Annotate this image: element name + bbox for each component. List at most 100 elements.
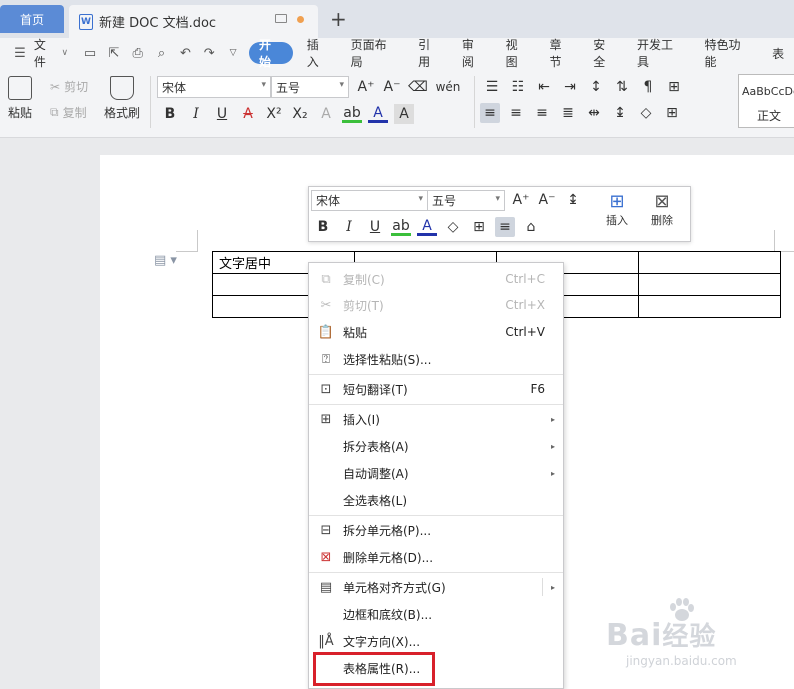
shrink-font-icon[interactable]: A⁻ [537, 190, 557, 210]
menu-item-copy[interactable]: ⧉ 复制(C) Ctrl+C [309, 266, 563, 292]
strikethrough-icon[interactable]: A [238, 104, 258, 124]
highlight-icon[interactable]: ab [342, 105, 362, 123]
menu-item-borders-shading[interactable]: 边框和底纹(B)... [309, 601, 563, 627]
menu-item-cell-alignment[interactable]: ▤ 单元格对齐方式(G) ▸ [309, 574, 563, 600]
save-icon[interactable]: ▭ [82, 46, 98, 61]
menu-file[interactable]: 文件 ∨ [32, 38, 78, 69]
italic-icon[interactable]: I [339, 217, 359, 237]
mini-insert-button[interactable]: ⊞ 插入 [606, 191, 628, 228]
table-cell[interactable] [638, 295, 781, 318]
decrease-indent-icon[interactable]: ⇤ [534, 77, 554, 97]
subscript-icon[interactable]: X₂ [290, 104, 310, 124]
tab-home[interactable]: 首页 [0, 5, 64, 33]
menu-item-split-table[interactable]: 拆分表格(A) ▸ [309, 433, 563, 459]
menu-item-autofit[interactable]: 自动调整(A) ▸ [309, 460, 563, 486]
font-color-icon[interactable]: A [368, 105, 388, 123]
print-icon[interactable]: ⎙ [130, 46, 146, 61]
menu-review[interactable]: 审阅 [452, 38, 496, 69]
menu-insert[interactable]: 插入 [297, 38, 341, 69]
justify-icon[interactable]: ≣ [558, 103, 578, 123]
menu-item-paste-special[interactable]: ⍰ 选择性粘贴(S)... [309, 346, 563, 372]
export-icon[interactable]: ⇱ [106, 46, 122, 61]
menu-references[interactable]: 引用 [408, 38, 452, 69]
format-painter-button[interactable]: 格式刷 [104, 76, 140, 121]
new-tab-button[interactable]: + [330, 7, 347, 31]
underline-icon[interactable]: U [365, 217, 385, 237]
copy-button[interactable]: ⧉ 复制 [50, 104, 87, 121]
bold-icon[interactable]: B [313, 217, 333, 237]
menu-developer[interactable]: 开发工具 [627, 38, 695, 69]
pinyin-guide-icon[interactable]: wén [434, 77, 462, 97]
italic-icon[interactable]: I [186, 104, 206, 124]
quick-access-dropdown-icon[interactable]: ▽ [225, 48, 241, 58]
cell-align-icon[interactable]: ≡ [495, 217, 515, 237]
clear-format-icon[interactable]: ⌫ [408, 77, 428, 97]
font-color-icon[interactable]: A [417, 218, 437, 236]
align-center-icon[interactable]: ≡ [506, 103, 526, 123]
sort-icon[interactable]: ⇅ [612, 77, 632, 97]
border-icon[interactable]: ⊞ [662, 103, 682, 123]
mini-delete-button[interactable]: ⊠ 删除 [651, 191, 673, 228]
mini-style-tools: B I U ab A ◇ ⊞ ≡ ⌂ [313, 217, 541, 237]
menu-item-split-cells[interactable]: ⊟ 拆分单元格(P)... [309, 517, 563, 543]
menu-item-text-direction[interactable]: ‖Å 文字方向(X)... [309, 628, 563, 654]
distribute-icon[interactable]: ⇹ [584, 103, 604, 123]
show-marks-icon[interactable]: ¶ [638, 77, 658, 97]
mini-size-select[interactable]: 五号 ▾ [427, 190, 505, 211]
shading-icon[interactable]: ◇ [636, 103, 656, 123]
font-family-select[interactable]: 宋体 ▾ [157, 76, 271, 98]
line-spacing-icon[interactable]: ↨ [610, 103, 630, 123]
char-shading-icon[interactable]: A [394, 104, 414, 124]
menu-item-paste[interactable]: 📋 粘贴 Ctrl+V [309, 319, 563, 345]
menu-start[interactable]: 开始 [249, 38, 293, 69]
menu-file-label: 文件 [33, 38, 46, 69]
text-direction-icon[interactable]: ↕ [586, 77, 606, 97]
increase-indent-icon[interactable]: ⇥ [560, 77, 580, 97]
table-cell[interactable] [638, 273, 781, 296]
grow-font-icon[interactable]: A⁺ [356, 77, 376, 97]
menu-item-cut[interactable]: ✂ 剪切(T) Ctrl+X [309, 292, 563, 318]
format-painter-icon[interactable]: ⌂ [521, 217, 541, 237]
superscript-icon[interactable]: X² [264, 104, 284, 124]
mini-font-select[interactable]: 宋体 ▾ [311, 190, 428, 211]
paste-button[interactable]: 粘贴 [8, 76, 32, 121]
style-normal[interactable]: AaBbCcDd 正文 [738, 74, 794, 128]
mini-delete-label: 删除 [651, 214, 673, 227]
highlight-icon[interactable]: ab [391, 218, 411, 236]
align-left-icon[interactable]: ≡ [480, 103, 500, 123]
menu-page-layout[interactable]: 页面布局 [341, 38, 409, 69]
underline-icon[interactable]: U [212, 104, 232, 124]
monitor-icon[interactable] [275, 14, 287, 23]
shading-icon[interactable]: ◇ [443, 217, 463, 237]
insert-table-icon: ⊞ [609, 191, 625, 212]
text-effect-icon[interactable]: A [316, 104, 336, 124]
menu-section[interactable]: 章节 [539, 38, 583, 69]
bullet-list-icon[interactable]: ☰ [482, 77, 502, 97]
paragraph-handle-icon[interactable]: ▤ ▾ [154, 253, 177, 268]
align-right-icon[interactable]: ≡ [532, 103, 552, 123]
menu-item-translate[interactable]: ⊡ 短句翻译(T) F6 [309, 376, 563, 402]
menu-view[interactable]: 视图 [496, 38, 540, 69]
menu-item-insert[interactable]: ⊞ 插入(I) ▸ [309, 406, 563, 432]
cut-button[interactable]: ✂ 剪切 [50, 78, 88, 95]
bold-icon[interactable]: B [160, 104, 180, 124]
print-preview-icon[interactable]: ⌕ [154, 46, 170, 61]
cut-label: 剪切 [64, 80, 89, 94]
numbered-list-icon[interactable]: ☷ [508, 77, 528, 97]
menu-item-select-table[interactable]: 全选表格(L) [309, 487, 563, 513]
table-grid-icon[interactable]: ⊞ [664, 77, 684, 97]
menu-table[interactable]: 表 [762, 42, 794, 64]
redo-icon[interactable]: ↷ [201, 46, 217, 61]
border-icon[interactable]: ⊞ [469, 217, 489, 237]
table-cell[interactable] [638, 251, 781, 274]
hamburger-icon[interactable]: ☰ [12, 46, 28, 61]
menu-item-delete-cells[interactable]: ⊠ 删除单元格(D)... [309, 544, 563, 570]
menu-special[interactable]: 特色功能 [695, 38, 763, 69]
menu-security[interactable]: 安全 [583, 38, 627, 69]
grow-font-icon[interactable]: A⁺ [511, 190, 531, 210]
font-size-select[interactable]: 五号 ▾ [271, 76, 349, 98]
line-spacing-icon[interactable]: ↨ [563, 190, 583, 210]
shrink-font-icon[interactable]: A⁻ [382, 77, 402, 97]
tab-document[interactable]: W 新建 DOC 文档.doc [69, 5, 318, 38]
undo-icon[interactable]: ↶ [177, 46, 193, 61]
